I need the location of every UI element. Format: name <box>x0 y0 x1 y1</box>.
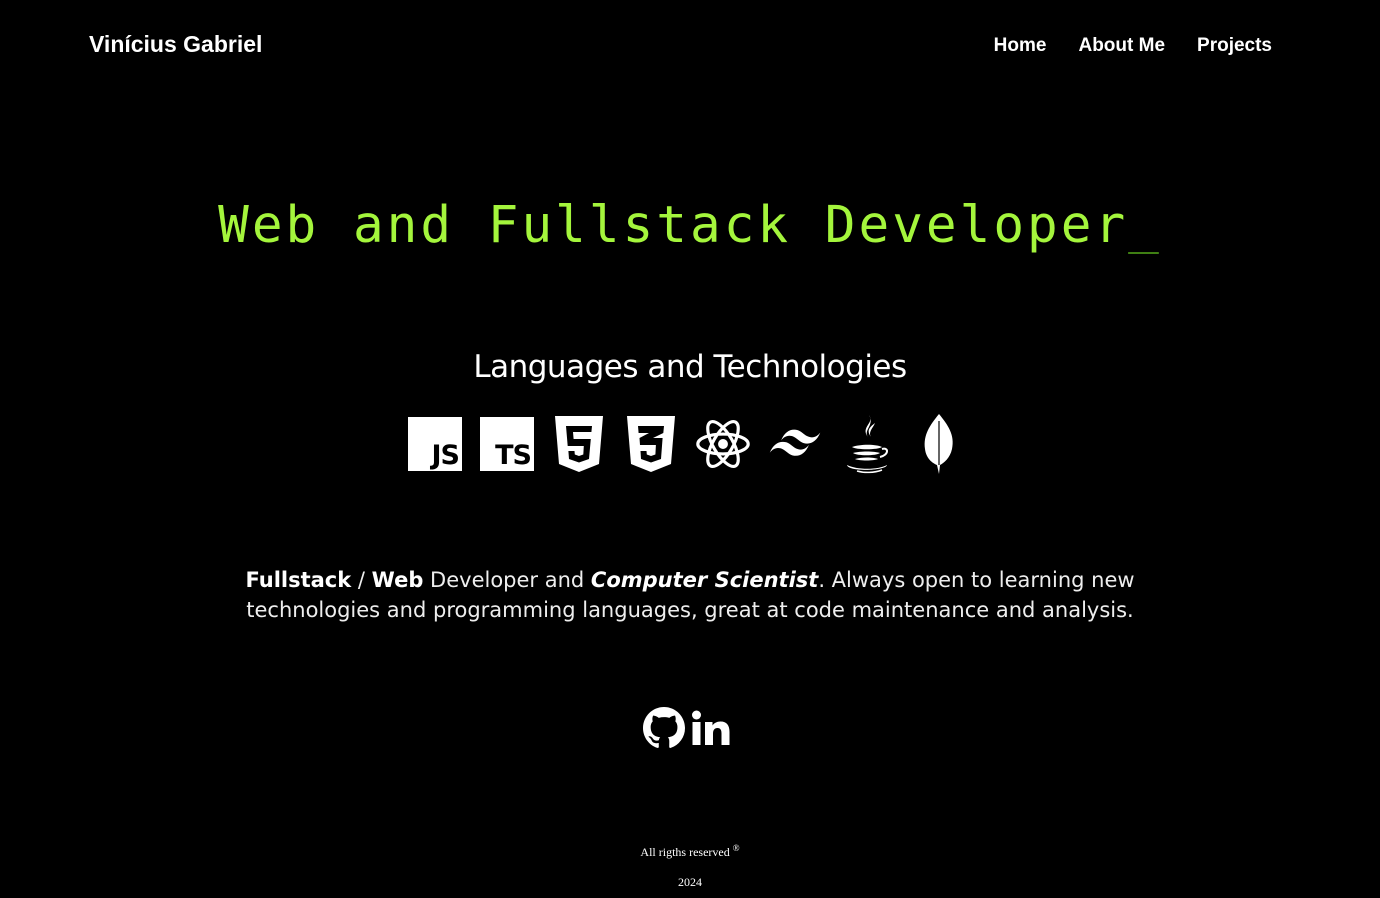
react-icon <box>696 412 750 476</box>
technologies-title: Languages and Technologies <box>473 349 907 385</box>
desc-web: Web <box>371 568 424 592</box>
desc-computer-scientist: Computer Scientist <box>590 568 819 592</box>
javascript-icon: JS <box>408 412 462 476</box>
html5-icon <box>552 412 606 476</box>
typescript-icon: TS <box>480 412 534 476</box>
description: Fullstack / Web Developer and Computer S… <box>0 565 1380 625</box>
main-nav: Home About Me Projects <box>994 35 1272 57</box>
javascript-label: JS <box>431 440 460 471</box>
nav-about-link[interactable]: About Me <box>1078 35 1165 57</box>
typescript-label: TS <box>495 440 532 471</box>
hero-headline-text: Web and Fullstack Developer <box>218 196 1129 255</box>
desc-rest-line1: . Always open to learning new <box>818 568 1135 592</box>
nav-home-link[interactable]: Home <box>994 35 1047 57</box>
nav-projects-link[interactable]: Projects <box>1197 35 1272 57</box>
hero-cursor: _ <box>1128 196 1162 255</box>
linkedin-icon[interactable] <box>691 707 731 754</box>
footer-year: 2024 <box>678 875 702 889</box>
site-brand[interactable]: Vinícius Gabriel <box>89 31 262 58</box>
technologies-icons: JS TS <box>408 412 966 476</box>
footer-rights: All rigths reserved <box>640 845 730 859</box>
java-icon <box>840 412 894 476</box>
desc-developer: Developer and <box>423 568 591 592</box>
social-links <box>643 707 731 754</box>
registered-icon: ® <box>732 843 740 853</box>
desc-slash: / <box>351 568 372 592</box>
tailwind-icon <box>768 412 822 476</box>
footer: All rigths reserved ® 2024 <box>0 843 1380 890</box>
hero-headline: Web and Fullstack Developer_ <box>0 196 1380 255</box>
github-icon[interactable] <box>643 707 685 754</box>
desc-fullstack: Fullstack <box>245 568 352 592</box>
css3-icon <box>624 412 678 476</box>
desc-rest: technologies and programming languages, … <box>246 598 1134 622</box>
mongodb-icon <box>912 412 966 476</box>
